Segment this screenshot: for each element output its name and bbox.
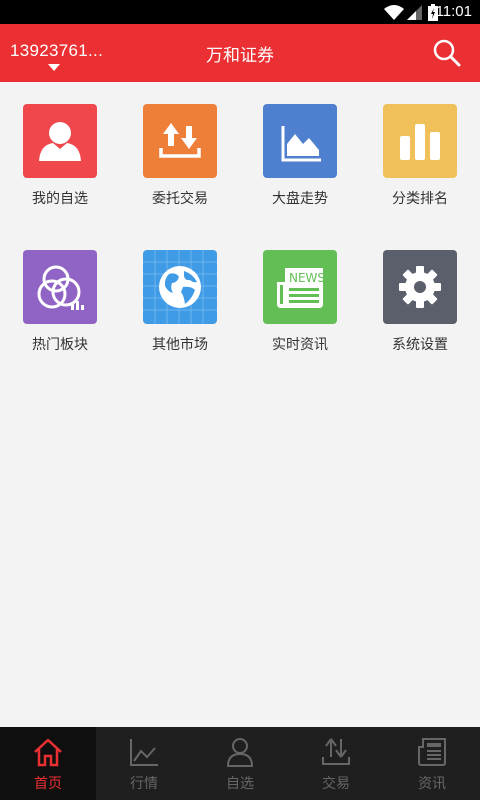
signal-icon — [407, 5, 422, 20]
menu-item-label: 实时资讯 — [272, 337, 328, 353]
menu-item-hot-sectors[interactable]: 热门板块 — [0, 228, 120, 358]
search-icon[interactable] — [432, 38, 462, 68]
gear-icon — [383, 250, 457, 324]
circles-icon — [23, 250, 97, 324]
menu-item-label: 热门板块 — [32, 337, 88, 353]
tab-label: 交易 — [322, 776, 350, 792]
menu-item-label: 我的自选 — [32, 191, 88, 207]
status-bar: 11:01 — [0, 0, 480, 24]
menu-item-news[interactable]: NEWS 实时资讯 — [240, 228, 360, 358]
menu-item-label: 分类排名 — [392, 191, 448, 207]
tab-trade[interactable]: 交易 — [288, 727, 384, 800]
home-icon — [34, 738, 62, 767]
bottom-tab-bar: 首页 行情 自选 交易 资讯 — [0, 727, 480, 800]
menu-item-ranking[interactable]: 分类排名 — [360, 82, 480, 212]
tab-label: 自选 — [226, 776, 254, 792]
transfer-icon — [143, 104, 217, 178]
tab-watchlist[interactable]: 自选 — [192, 727, 288, 800]
globe-icon — [143, 250, 217, 324]
menu-item-market-trend[interactable]: 大盘走势 — [240, 82, 360, 212]
app-header: 13923761... 万和证券 — [0, 24, 480, 82]
tab-label: 首页 — [34, 776, 62, 792]
person-icon — [23, 104, 97, 178]
line-chart-icon — [130, 739, 158, 766]
transfer-icon — [322, 738, 350, 765]
tab-news[interactable]: 资讯 — [384, 727, 480, 800]
menu-item-watchlist[interactable]: 我的自选 — [0, 82, 120, 212]
menu-item-label: 委托交易 — [152, 191, 208, 207]
tab-market[interactable]: 行情 — [96, 727, 192, 800]
tab-label: 资讯 — [418, 776, 446, 792]
newspaper-icon — [418, 738, 446, 766]
tab-label: 行情 — [130, 776, 158, 792]
clock: 11:01 — [435, 3, 472, 20]
bar-chart-icon — [383, 104, 457, 178]
menu-item-label: 大盘走势 — [272, 191, 328, 207]
menu-item-settings[interactable]: 系统设置 — [360, 228, 480, 358]
menu-item-other-markets[interactable]: 其他市场 — [120, 228, 240, 358]
person-outline-icon — [226, 738, 254, 767]
area-chart-icon — [263, 104, 337, 178]
menu-item-trading[interactable]: 委托交易 — [120, 82, 240, 212]
wifi-icon — [384, 5, 404, 20]
menu-item-label: 系统设置 — [392, 337, 448, 353]
page-title: 万和证券 — [206, 46, 274, 66]
tab-home[interactable]: 首页 — [0, 727, 96, 800]
svg-text:NEWS: NEWS — [289, 271, 325, 285]
menu-item-label: 其他市场 — [152, 337, 208, 353]
news-icon: NEWS — [263, 250, 337, 324]
